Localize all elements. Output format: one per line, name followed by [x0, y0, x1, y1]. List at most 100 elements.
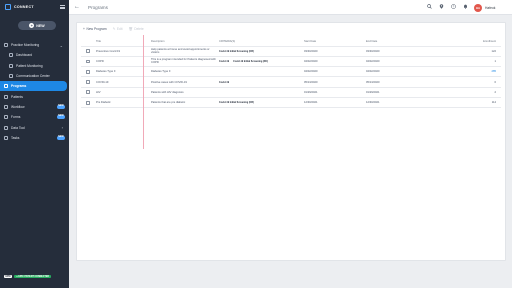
connection-status-badge: ● EPIC PATIENT CONNECTED	[14, 275, 52, 279]
patients-icon	[4, 94, 8, 99]
cell-title: COVID-19	[96, 80, 109, 84]
sidebar-item-label: Tasks	[11, 135, 20, 140]
column-header-description[interactable]: Description	[148, 40, 216, 43]
cell-start-date: 05/13/2020	[304, 80, 318, 84]
location-pin-icon[interactable]	[439, 4, 444, 9]
connect-logo-icon	[5, 4, 11, 10]
data-tool-icon	[4, 125, 8, 130]
row-checkbox[interactable]	[86, 69, 90, 74]
dashboard-icon	[9, 53, 13, 58]
sidebar-item-label: Dashboard	[16, 53, 33, 58]
table-row[interactable]: HIV Patients with HIV diagnosis 01/29/2021…	[81, 88, 501, 98]
cell-criteria: Covid-19	[216, 81, 301, 84]
monitor-icon	[4, 43, 8, 48]
sidebar-item-patients[interactable]: Patients	[0, 91, 69, 101]
cell-start-date: 04/02/2020	[304, 59, 318, 63]
table-row[interactable]: COPD This is a program intended for Patie…	[81, 57, 501, 68]
cell-end-date: 01/29/2021	[366, 90, 380, 94]
table-row[interactable]: Diabetes Type II Diabetes Type II 04/02/20…	[81, 67, 501, 78]
cell-description: Positive cases with COVID-19	[151, 80, 187, 84]
sidebar-item-label: Patients	[11, 94, 23, 99]
sidebar-item-label: Communication Center	[16, 74, 50, 79]
row-checkbox-cell	[81, 90, 95, 95]
row-checkbox[interactable]	[86, 59, 90, 64]
cell-title: Preventive Covid 19	[96, 49, 121, 53]
column-header-title[interactable]: Title	[95, 40, 148, 43]
cell-enrollment: 1	[494, 59, 497, 63]
sidebar-item-label: Programs	[11, 84, 27, 89]
table-header-row: Title Description CRITERIA(S) Start Date…	[81, 38, 501, 47]
row-checkbox-cell	[81, 59, 95, 64]
programs-card: + New Program ✎ Edit 🗑 Delete Title Desc…	[76, 22, 506, 261]
page-title: Programs	[88, 5, 108, 10]
row-checkbox-cell	[81, 69, 95, 74]
back-arrow-icon[interactable]: ←	[74, 4, 80, 10]
table-row[interactable]: Preventive Covid 19 Help patients at home…	[81, 47, 501, 57]
column-header-enrollment[interactable]: Enrollment	[425, 40, 501, 43]
criteria-tag: Covid-19 Initial Screening (DC)	[233, 59, 269, 63]
table-toolbar: + New Program ✎ Edit 🗑 Delete	[83, 27, 144, 31]
cell-enrollment[interactable]: 285	[425, 70, 501, 73]
epic-tag: EPIC	[4, 275, 13, 279]
new-badge: NEW	[56, 105, 65, 109]
column-resize-divider[interactable]	[143, 35, 144, 149]
new-button[interactable]: + NEW	[18, 21, 56, 30]
criteria-tag: Covid-19 Initial Screening (CR)	[219, 49, 254, 53]
cell-description: This is a program intended for Patients …	[151, 58, 216, 65]
sidebar-item-programs[interactable]: Programs	[0, 81, 67, 92]
programs-table: Title Description CRITERIA(S) Start Date…	[81, 38, 501, 109]
sidebar-item-data-tool[interactable]: Data Tool ›	[0, 122, 69, 132]
row-checkbox[interactable]	[86, 80, 90, 84]
brand-name: CONNECT	[14, 5, 34, 9]
cell-end-date: 12/30/2021	[366, 101, 380, 105]
row-checkbox[interactable]	[86, 49, 90, 54]
cell-start-date: 03/30/2020	[304, 49, 318, 53]
column-header-criteria[interactable]: CRITERIA(S)	[216, 40, 301, 43]
cell-enrollment: 122	[491, 49, 496, 53]
header-icons: ?	[427, 4, 468, 9]
table-row[interactable]: COVID-19 Positive cases with COVID-19 Covi…	[81, 77, 501, 88]
row-checkbox[interactable]	[86, 90, 90, 95]
cell-end-date: 05/13/2020	[366, 80, 380, 84]
cell-title: HIV	[96, 90, 101, 94]
edit-button[interactable]: ✎ Edit	[113, 27, 123, 31]
column-header-end-date[interactable]: End Date	[363, 40, 425, 43]
row-checkbox[interactable]	[86, 100, 90, 105]
delete-button[interactable]: 🗑 Delete	[129, 27, 144, 31]
workflow-icon	[4, 104, 8, 109]
column-header-start-date[interactable]: Start Date	[301, 40, 363, 43]
cell-enrollment: 2	[494, 90, 497, 94]
criteria-tag: Covid-19 Initial Screening (CR)	[219, 101, 254, 105]
sidebar-nav: Practice Monitoring ⌄ Dashboard Patient Mon…	[0, 40, 69, 143]
cell-enrollment: 114	[491, 101, 496, 105]
row-checkbox-cell	[81, 80, 95, 84]
table-row[interactable]: Pre Diabetic Patients that are pre diabet…	[81, 98, 501, 109]
forms-icon	[4, 115, 8, 120]
sidebar-item-forms[interactable]: Forms NEW	[0, 112, 69, 122]
cell-start-date: 04/02/2020	[304, 70, 318, 74]
chevron-icon: ⌄	[59, 42, 63, 48]
cell-end-date: 04/02/2020	[366, 59, 380, 63]
patient-monitor-icon	[9, 63, 13, 68]
notifications-bell-icon[interactable]	[463, 4, 468, 9]
sidebar-item-workflow[interactable]: Workflow NEW	[0, 102, 69, 112]
table-body: Preventive Covid 19 Help patients at home…	[81, 47, 501, 109]
sidebar-item-tasks[interactable]: Tasks NEW	[0, 133, 69, 143]
hamburger-menu-icon[interactable]	[60, 5, 65, 9]
sidebar-item-practice-monitoring[interactable]: Practice Monitoring ⌄	[0, 40, 69, 50]
sidebar-item-communication-center[interactable]: Communication Center	[0, 71, 69, 81]
sidebar-item-dashboard[interactable]: Dashboard	[0, 50, 69, 60]
help-icon[interactable]: ?	[451, 4, 456, 9]
user-avatar[interactable]: HA	[474, 3, 482, 12]
top-header: ← Programs ? HA Hafeok	[69, 0, 512, 15]
cell-description: Patients with HIV diagnosis	[151, 90, 184, 94]
search-icon[interactable]	[427, 4, 432, 9]
new-button-label: NEW	[36, 23, 45, 28]
row-checkbox-cell	[81, 49, 95, 54]
cell-start-date: 12/30/2021	[304, 101, 318, 105]
new-program-button[interactable]: + New Program	[83, 27, 107, 31]
criteria-tag: Covid-19	[219, 59, 230, 63]
delete-label: Delete	[134, 27, 144, 31]
sidebar-item-patient-monitoring[interactable]: Patient Monitoring	[0, 61, 69, 71]
user-name[interactable]: Hafeok	[485, 6, 495, 10]
